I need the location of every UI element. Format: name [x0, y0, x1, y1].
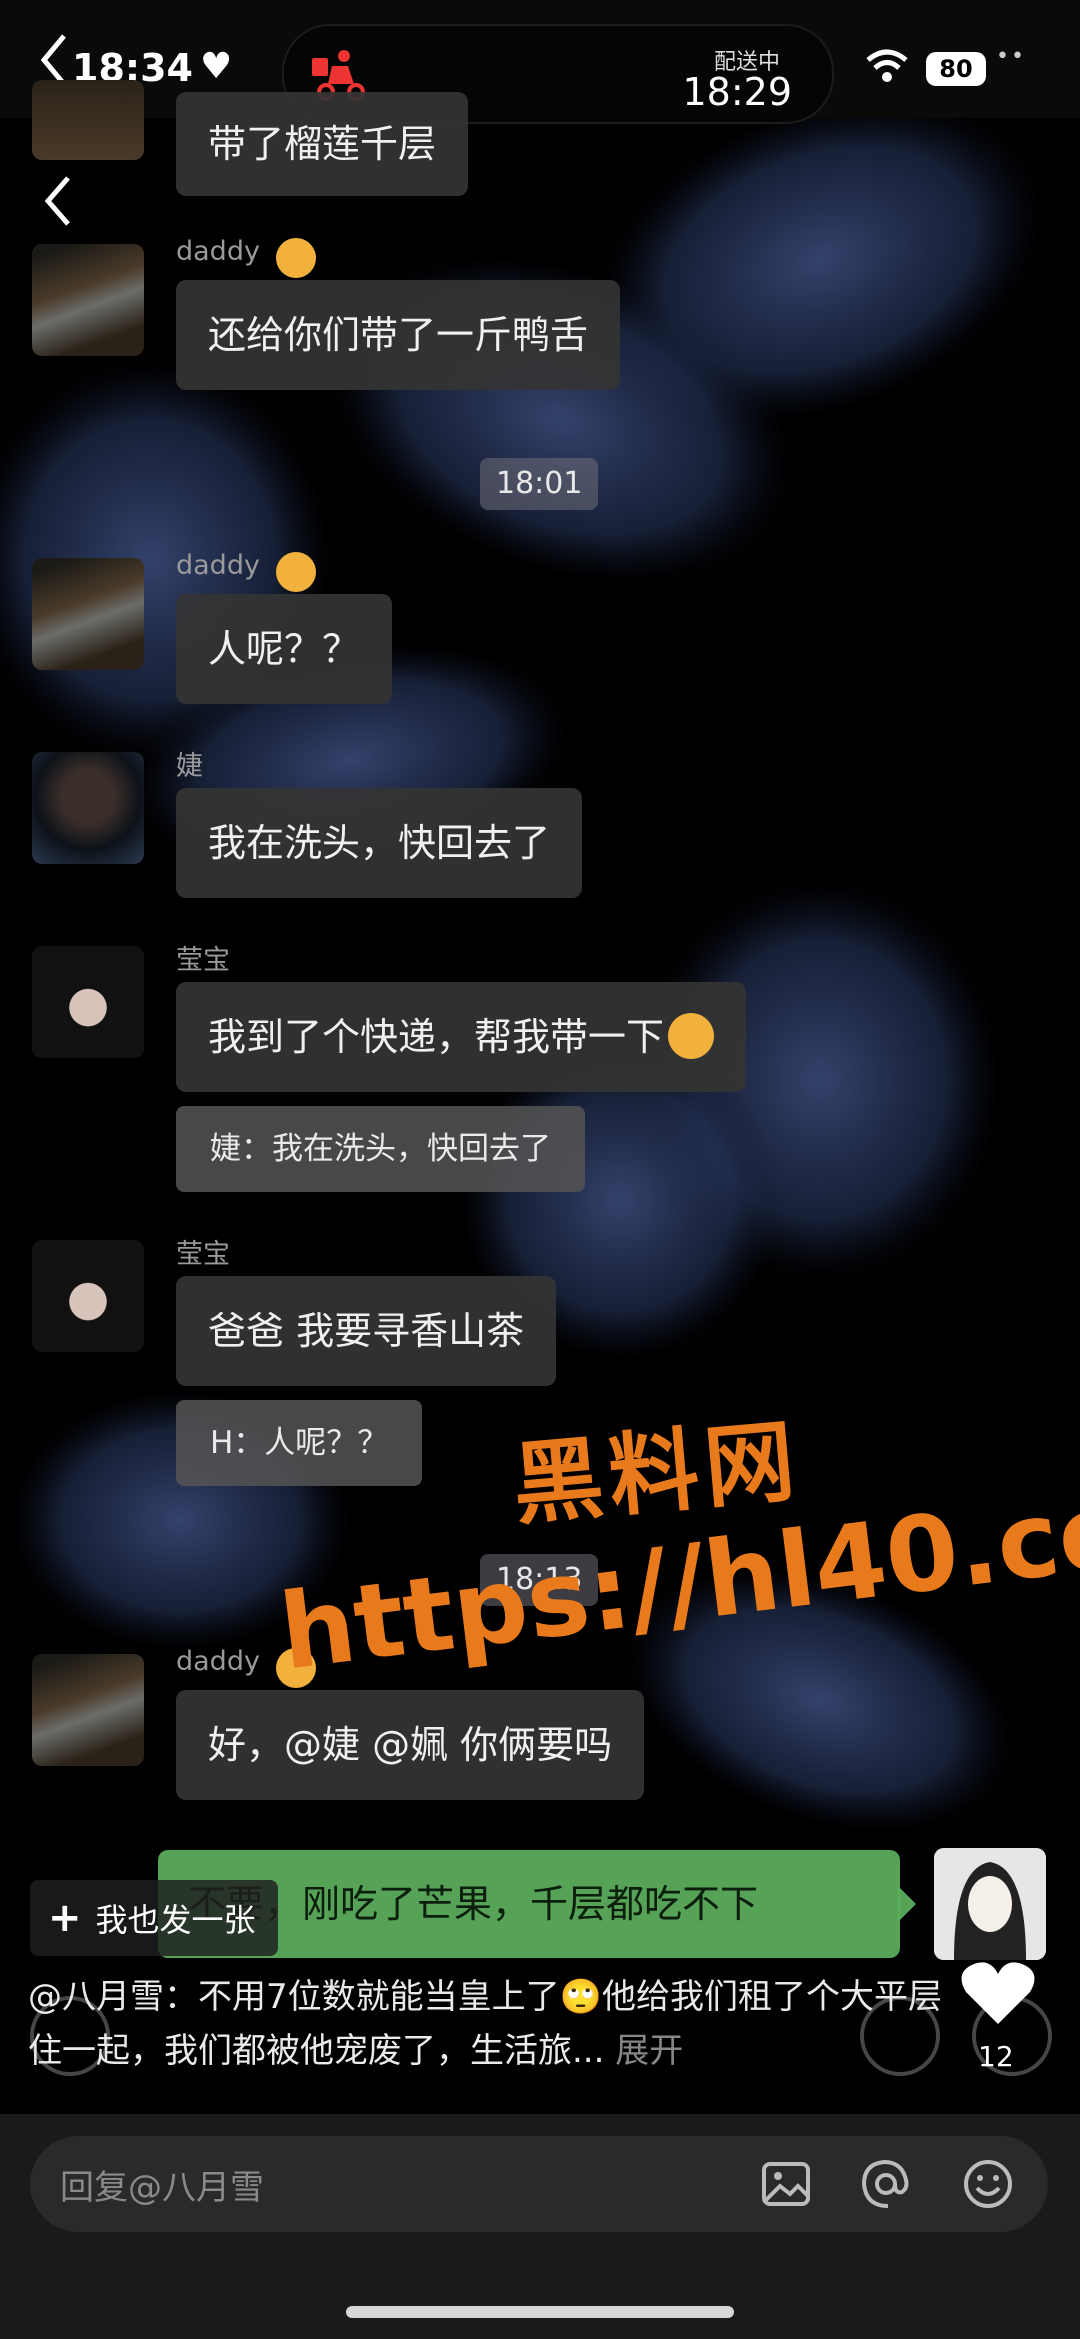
message-bubble[interactable]: 人呢？？	[176, 594, 393, 704]
message-bubble[interactable]: 还给你们带了一斤鸭舌	[176, 280, 621, 390]
emoji-icon[interactable]	[962, 2158, 1014, 2210]
bubble-tail	[898, 1886, 916, 1922]
battery-indicator: 80	[926, 52, 986, 86]
smiling-face-emoji-icon	[276, 552, 316, 592]
sender-name: 婕	[176, 751, 203, 782]
comment-text[interactable]: @八月雪：不用7位数就能当皇上了🙄他给我们租了个大平层住一起，我们都被他宠废了，…	[28, 1970, 948, 2078]
at-mention-icon[interactable]	[860, 2158, 912, 2210]
sender-name: daddy	[176, 1646, 260, 1677]
post-button-label: 我也发一张	[95, 1901, 256, 1939]
avatar-yingbao[interactable]	[32, 946, 144, 1058]
heart-like-icon[interactable]	[958, 1958, 1038, 2028]
quoted-message[interactable]: H：人呢？？	[176, 1400, 423, 1486]
more-dots-icon: ••	[996, 44, 1026, 69]
delivery-time: 18:29	[682, 70, 792, 114]
sender-name: daddy	[176, 236, 260, 267]
avatar-jie[interactable]	[32, 752, 144, 864]
message-text: 我到了个快递，帮我带一下	[208, 1015, 665, 1059]
heart-icon: ♥	[200, 46, 233, 87]
timestamp: 18:01	[480, 458, 599, 510]
avatar-self[interactable]	[934, 1848, 1046, 1960]
post-one-too-button[interactable]: + 我也发一张	[30, 1880, 278, 1956]
reply-placeholder: 回复@八月雪	[60, 2168, 264, 2208]
expand-link[interactable]: 展开	[615, 2031, 683, 2071]
avatar-daddy[interactable]	[32, 244, 144, 356]
avatar-daddy[interactable]	[32, 1654, 144, 1766]
avatar-yingbao[interactable]	[32, 1240, 144, 1352]
message-bubble[interactable]: 带了榴莲千层	[176, 92, 469, 196]
like-count: 12	[978, 2040, 1014, 2073]
kissing-face-emoji-icon	[668, 1012, 715, 1059]
message-bubble[interactable]: 我在洗头，快回去了	[176, 788, 583, 898]
sender-name: daddy	[176, 550, 260, 581]
plus-icon: +	[48, 1895, 82, 1941]
message-bubble[interactable]: 我到了个快递，帮我带一下	[176, 982, 747, 1092]
message-bubble[interactable]: 爸爸 我要寻香山茶	[176, 1276, 557, 1386]
smiling-face-emoji-icon	[276, 238, 316, 278]
status-bar: 18:34 ♥ 配送中 18:29 80 ••	[0, 0, 1080, 124]
image-icon[interactable]	[760, 2158, 812, 2210]
wifi-icon	[866, 49, 908, 82]
back-arrow-icon[interactable]	[40, 172, 74, 230]
sender-name: 莹宝	[176, 945, 230, 976]
home-indicator[interactable]	[346, 2306, 734, 2318]
self-avatar-drawing	[934, 1848, 1046, 1960]
comment-body: @八月雪：不用7位数就能当皇上了🙄他给我们租了个大平层住一起，我们都被他宠废了，…	[28, 1977, 942, 2071]
message-bubble[interactable]: 好，@婕 @姵 你俩要吗	[176, 1690, 645, 1800]
sender-name: 莹宝	[176, 1239, 230, 1270]
avatar-daddy[interactable]	[32, 558, 144, 670]
avatar-daddy[interactable]	[32, 80, 144, 160]
quoted-message[interactable]: 婕：我在洗头，快回去了	[176, 1106, 585, 1192]
